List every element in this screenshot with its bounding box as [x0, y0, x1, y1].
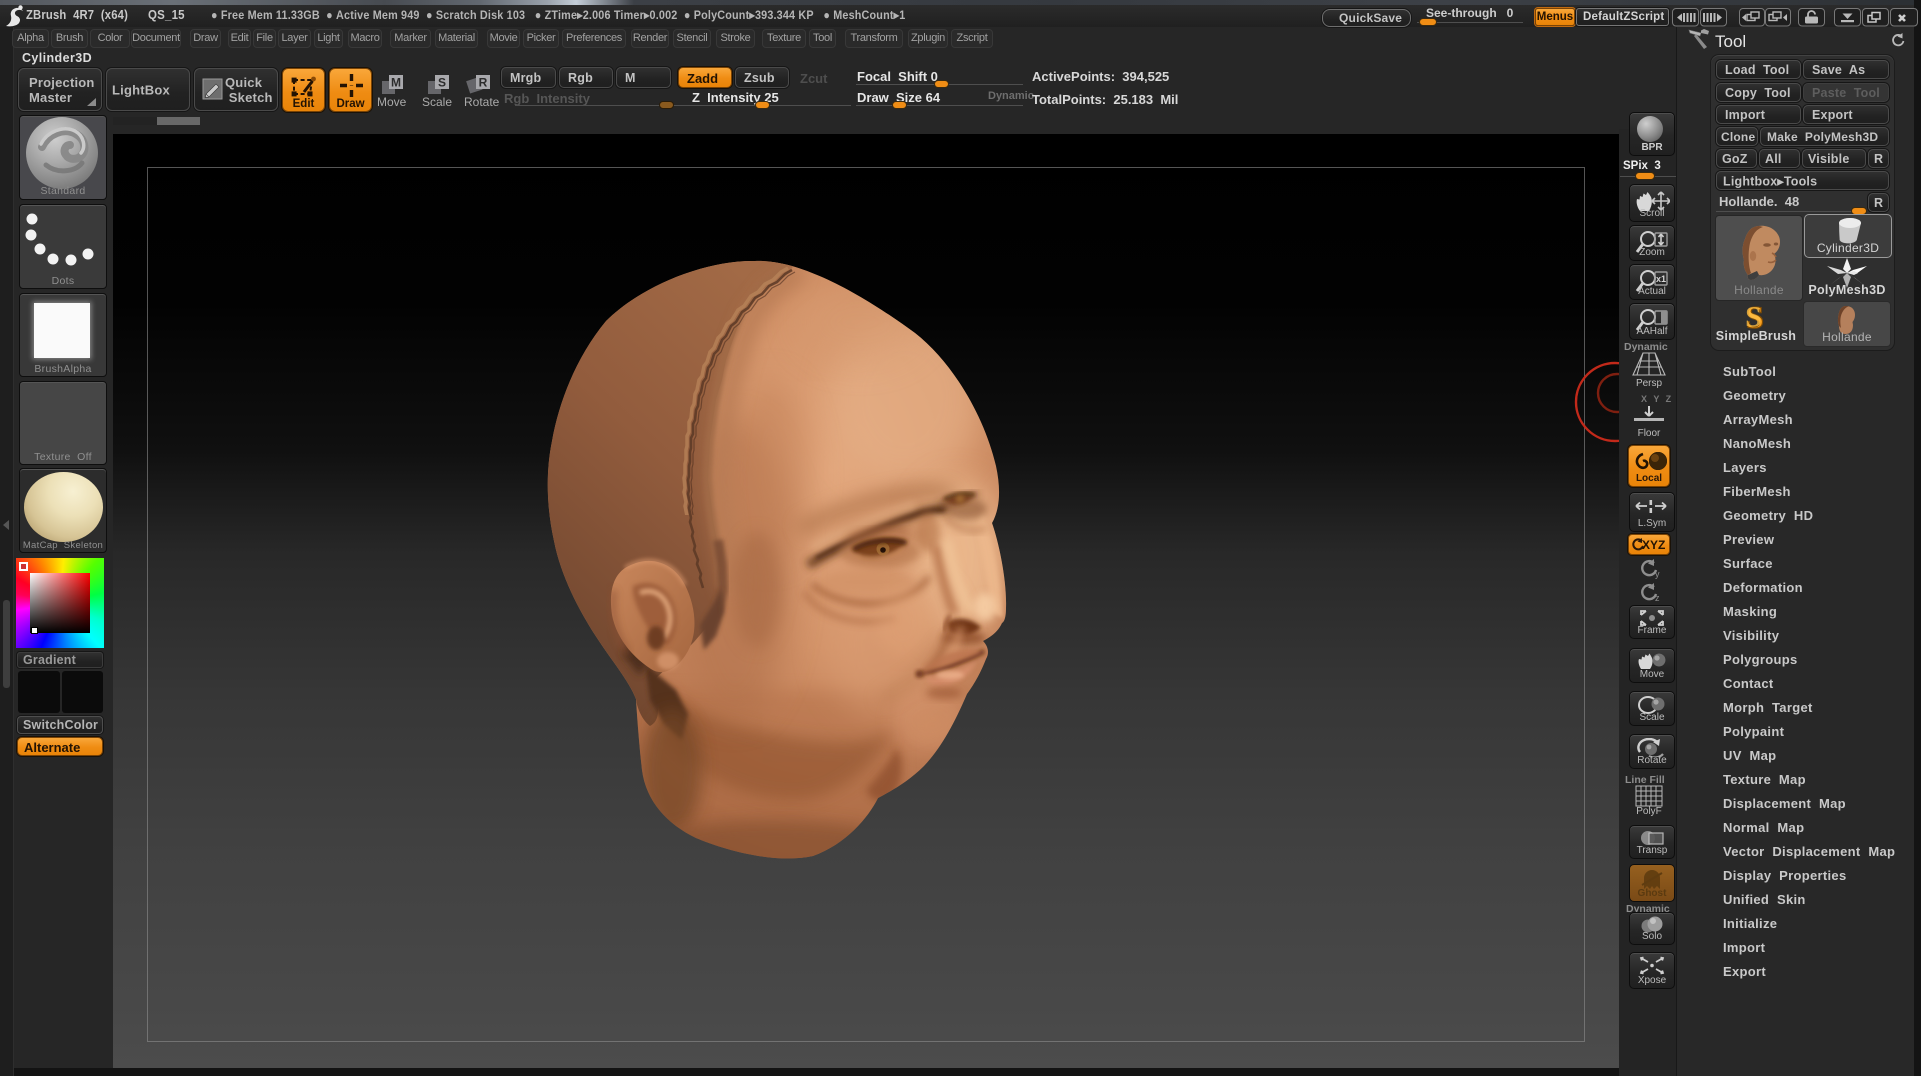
svg-text:x1: x1 [1656, 274, 1666, 284]
svg-text:S: S [438, 76, 446, 90]
svg-text:z: z [1655, 593, 1660, 603]
svg-text:y: y [1655, 569, 1660, 579]
svg-text:M: M [391, 76, 401, 90]
svg-text:R: R [479, 76, 488, 90]
